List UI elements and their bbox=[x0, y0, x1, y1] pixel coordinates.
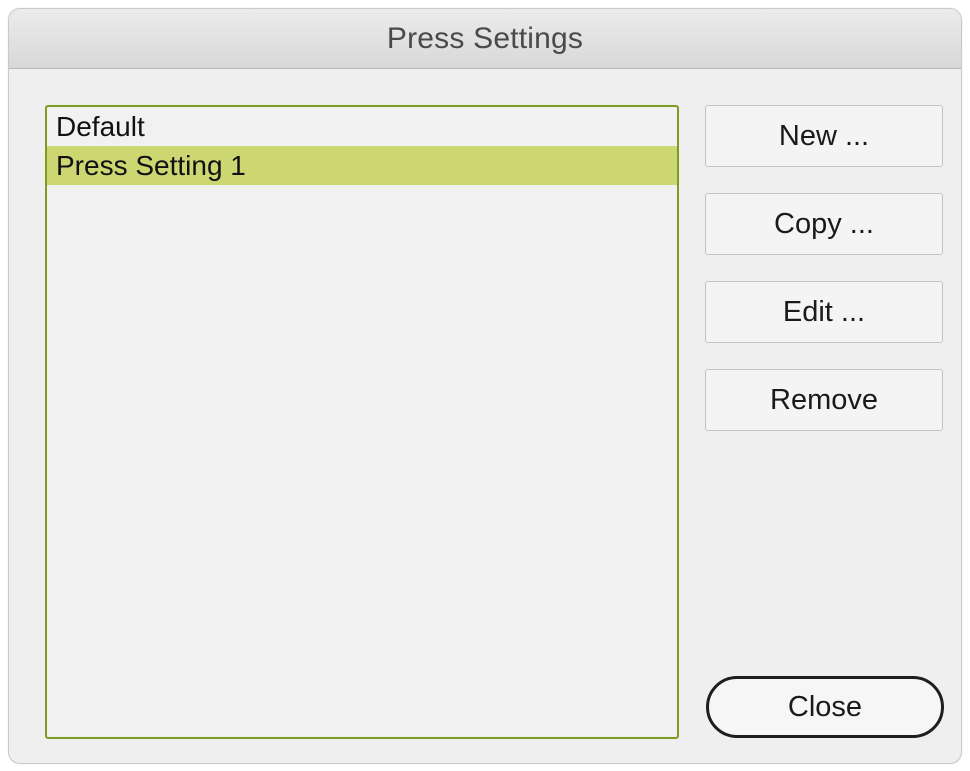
dialog-title: Press Settings bbox=[386, 21, 584, 55]
list-item-press-setting-1[interactable]: Press Setting 1 bbox=[47, 146, 677, 185]
edit-button[interactable]: Edit ... bbox=[705, 281, 943, 343]
title-bar[interactable]: Press Settings bbox=[9, 9, 961, 69]
close-button[interactable]: Close bbox=[706, 676, 944, 738]
press-settings-list[interactable]: Default Press Setting 1 bbox=[45, 105, 679, 739]
remove-button[interactable]: Remove bbox=[705, 369, 943, 431]
press-settings-dialog: Press Settings Default Press Setting 1 N… bbox=[8, 8, 962, 764]
copy-button[interactable]: Copy ... bbox=[705, 193, 943, 255]
list-item-default[interactable]: Default bbox=[47, 107, 677, 146]
new-button[interactable]: New ... bbox=[705, 105, 943, 167]
